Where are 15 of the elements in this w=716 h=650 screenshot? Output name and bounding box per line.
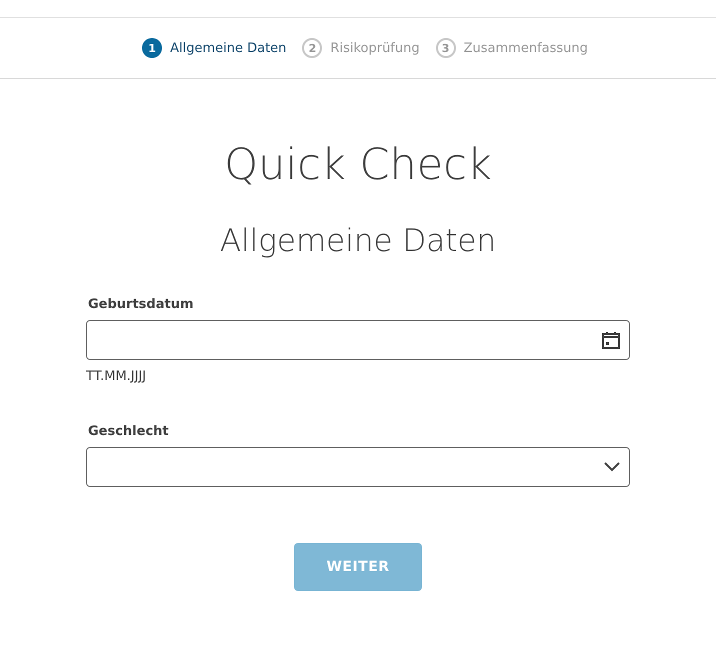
field-label: Geschlecht bbox=[88, 424, 170, 439]
field-label: Geburtsdatum bbox=[88, 297, 195, 312]
step-label[interactable]: Risikoprüfung bbox=[330, 40, 420, 56]
select-field[interactable] bbox=[86, 447, 630, 487]
step-label[interactable]: Allgemeine Daten bbox=[170, 40, 286, 56]
field-hint: TT.MM.JJJJ bbox=[86, 369, 148, 384]
step-number: 2 bbox=[302, 38, 322, 58]
section-title: Allgemeine Daten bbox=[218, 222, 498, 261]
chevron-down-icon[interactable] bbox=[603, 461, 621, 473]
date-field[interactable] bbox=[86, 320, 630, 360]
page-title: Quick Check bbox=[223, 139, 493, 192]
calendar-icon[interactable] bbox=[601, 330, 621, 350]
step-number: 1 bbox=[142, 38, 162, 58]
step-label[interactable]: Zusammenfassung bbox=[464, 40, 588, 56]
step-number: 3 bbox=[436, 38, 456, 58]
